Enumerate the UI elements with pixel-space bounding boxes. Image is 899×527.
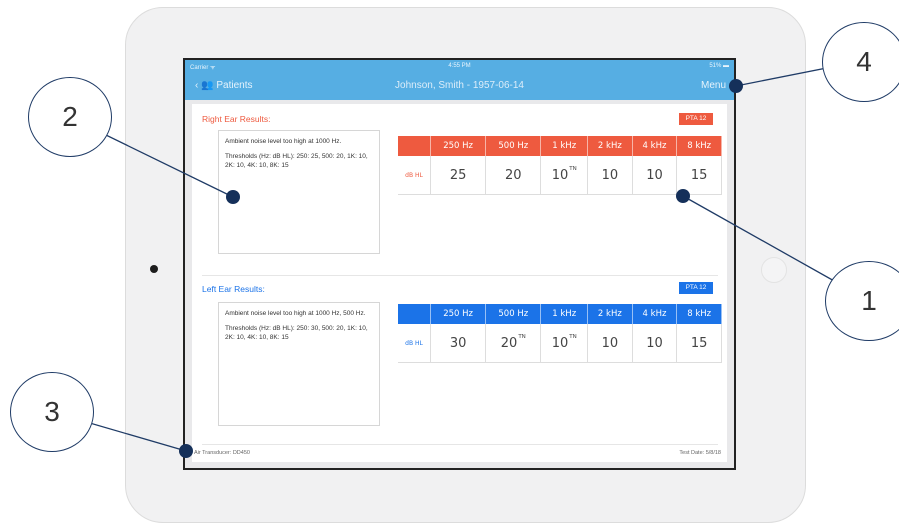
callout-2: 2: [28, 77, 112, 157]
callout-1-anchor: [676, 189, 690, 203]
callout-2-anchor: [226, 190, 240, 204]
callout-4: 4: [822, 22, 899, 102]
callout-lines: [51, 60, 869, 452]
callout-4-anchor: [729, 79, 743, 93]
callout-3: 3: [10, 372, 94, 452]
callout-3-anchor: [179, 444, 193, 458]
